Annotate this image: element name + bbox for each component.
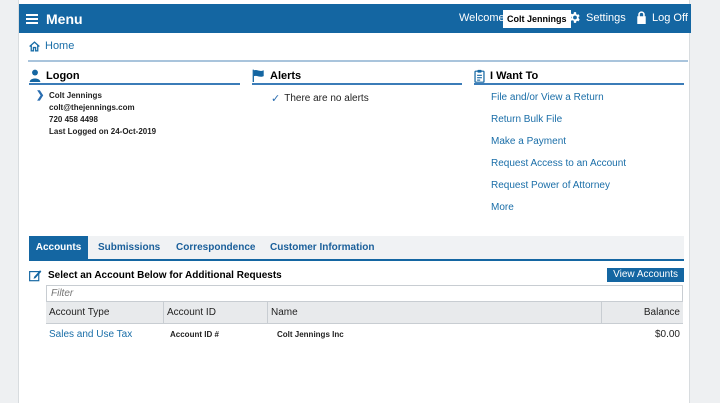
logoff-label: Log Off [652,11,688,24]
iwant-link-bulk-file[interactable]: Return Bulk File [491,114,626,136]
alerts-title: Alerts [270,69,302,82]
iwant-link-request-access[interactable]: Request Access to an Account [491,158,626,180]
iwant-title: I Want To [490,69,539,82]
tab-customer-information[interactable]: Customer Information [264,236,380,259]
accounts-table-header: Account Type Account ID Name Balance [46,302,683,324]
iwant-link-make-payment[interactable]: Make a Payment [491,136,626,158]
column-header-account-type[interactable]: Account Type [46,302,163,324]
logon-header: Logon [29,68,240,85]
alerts-message: ✓ There are no alerts [271,92,369,105]
breadcrumb-home-label: Home [45,40,75,52]
account-type-link[interactable]: Sales and Use Tax [49,329,132,340]
column-header-balance[interactable]: Balance [601,302,683,324]
settings-button[interactable]: Settings [568,11,626,24]
alerts-header: Alerts [252,68,462,85]
menu-label: Menu [46,10,83,27]
iwant-header: I Want To [474,68,684,85]
logon-info: ❯ Colt Jennings colt@thejennings.com 720… [36,90,157,138]
clipboard-icon [474,69,485,83]
tab-submissions[interactable]: Submissions [92,236,166,259]
breadcrumb-divider [28,60,688,62]
edit-icon [29,270,42,282]
flag-icon [252,69,264,82]
logon-phone: 720 458 4498 [49,115,98,124]
alerts-message-text: There are no alerts [284,93,369,104]
tabs-bar: Accounts Submissions Correspondence Cust… [29,236,684,261]
check-icon: ✓ [271,93,281,105]
chevron-right-icon[interactable]: ❯ [36,90,44,102]
breadcrumb-home[interactable]: Home [28,40,74,52]
view-accounts-button[interactable]: View Accounts [607,268,684,282]
menu-button[interactable]: Menu [26,7,83,30]
filter-input[interactable] [46,285,683,302]
logon-last-logged: Last Logged on 24-Oct-2019 [49,127,157,136]
logon-email: colt@thejennings.com [49,103,135,112]
top-bar: Menu Welcome, Colt Jennings Settings Log… [19,4,691,33]
column-header-name[interactable]: Name [267,302,601,324]
accounts-toolbar: Select an Account Below for Additional R… [29,268,684,284]
tab-accounts[interactable]: Accounts [29,236,88,259]
welcome-text: Welcome, [459,12,508,24]
iwant-link-more[interactable]: More [491,202,626,224]
tab-correspondence[interactable]: Correspondence [170,236,261,259]
settings-label: Settings [586,11,626,24]
hamburger-icon [26,13,38,24]
page-frame: Menu Welcome, Colt Jennings Settings Log… [18,0,691,403]
account-name-cell: Colt Jennings Inc [277,330,344,339]
account-balance-cell: $0.00 [654,329,680,340]
gear-icon [570,12,580,23]
user-name-badge: Colt Jennings [503,10,571,28]
logoff-button[interactable]: Log Off [636,11,688,24]
logon-title: Logon [46,69,80,82]
iwant-list: File and/or View a Return Return Bulk Fi… [491,92,626,224]
user-icon [29,69,41,82]
column-header-account-id[interactable]: Account ID [163,302,267,324]
table-row: Sales and Use Tax Account ID # Colt Jenn… [46,325,683,345]
iwant-link-file-return[interactable]: File and/or View a Return [491,92,626,114]
account-id-cell: Account ID # [170,330,219,339]
logon-name: Colt Jennings [49,91,102,100]
iwant-link-power-of-attorney[interactable]: Request Power of Attorney [491,180,626,202]
lock-icon [637,11,646,24]
accounts-select-title: Select an Account Below for Additional R… [48,270,282,281]
home-icon [29,40,40,51]
